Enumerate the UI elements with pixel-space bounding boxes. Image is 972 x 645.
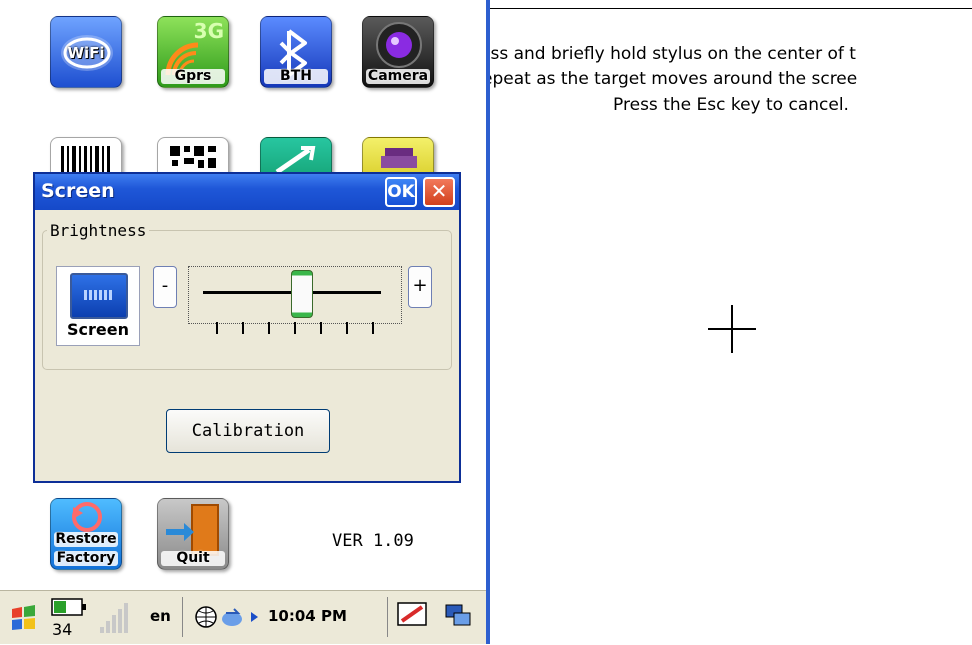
restore-label: Restore — [54, 531, 118, 547]
brightness-increase-button[interactable]: + — [408, 266, 432, 308]
clock[interactable]: 10:04 PM — [268, 607, 347, 625]
slider-tick — [216, 322, 218, 334]
camera-app-icon[interactable]: Camera — [362, 16, 434, 88]
taskbar-divider — [387, 597, 388, 637]
bluetooth-app-icon[interactable]: BTH — [260, 16, 332, 88]
gprs-app-icon[interactable]: 3G Gprs — [157, 16, 229, 88]
calibration-button[interactable]: Calibration — [166, 409, 330, 453]
network-globe-icon[interactable] — [194, 605, 218, 629]
monitor-icon — [70, 273, 128, 319]
sync-icon[interactable] — [220, 605, 246, 629]
screen-button[interactable]: Screen — [56, 266, 140, 346]
play-arrow-icon[interactable] — [250, 611, 260, 623]
screen-button-label: Screen — [67, 320, 129, 339]
slider-tick — [268, 322, 270, 334]
slider-tick — [294, 322, 296, 334]
dialog-title: Screen — [41, 180, 115, 202]
wifi-app-icon[interactable]: WiFi — [50, 16, 122, 88]
slider-tick — [346, 322, 348, 334]
switch-windows-icon[interactable] — [444, 603, 474, 631]
slider-tick — [372, 322, 374, 334]
calibration-instruction-line-2: epeat as the target moves around the scr… — [490, 69, 858, 89]
calibration-instruction-line-3: Press the Esc key to cancel. — [613, 95, 849, 115]
start-windows-icon[interactable] — [8, 603, 38, 633]
restore-factory-app-icon[interactable]: Restore Factory — [50, 498, 122, 570]
battery-level-text: 34 — [52, 620, 73, 639]
calibration-target-crosshair[interactable] — [706, 303, 758, 355]
taskbar: 34 en 10:04 PM — [0, 590, 486, 644]
brightness-decrease-button[interactable]: - — [153, 266, 177, 308]
close-button[interactable]: ✕ — [423, 177, 455, 207]
factory-label: Factory — [54, 551, 118, 566]
quit-label: Quit — [161, 551, 225, 566]
input-language-indicator[interactable]: en — [150, 607, 171, 625]
calibration-screen[interactable]: ess and briefly hold stylus on the cente… — [490, 8, 972, 645]
slider-tick — [242, 322, 244, 334]
device-home-screen: WiFi 3G Gprs BTH Camera Restore Factory … — [0, 0, 486, 644]
restore-arrow-icon — [72, 502, 102, 532]
bth-label: BTH — [264, 69, 328, 84]
slider-thumb[interactable] — [291, 270, 313, 318]
ok-button[interactable]: OK — [385, 177, 417, 207]
brightness-slider[interactable] — [188, 266, 402, 324]
version-label: VER 1.09 — [332, 531, 414, 551]
brightness-group-label: Brightness — [47, 221, 150, 240]
gprs-label: Gprs — [161, 69, 225, 84]
slider-tick — [320, 322, 322, 334]
calibration-instruction-line-1: ess and briefly hold stylus on the cente… — [490, 44, 856, 64]
wifi-label: WiFi — [67, 44, 105, 62]
3g-badge: 3G — [193, 19, 224, 43]
camera-label: Camera — [366, 68, 430, 84]
screen-settings-dialog: Screen OK ✕ Brightness Screen - + Calibr… — [33, 172, 461, 483]
signal-strength-icon[interactable] — [96, 601, 136, 635]
dialog-titlebar[interactable]: Screen OK ✕ — [35, 174, 459, 210]
quit-app-icon[interactable]: Quit — [157, 498, 229, 570]
battery-icon[interactable] — [50, 595, 90, 619]
pen-input-icon[interactable] — [396, 601, 430, 631]
taskbar-divider — [182, 597, 183, 637]
